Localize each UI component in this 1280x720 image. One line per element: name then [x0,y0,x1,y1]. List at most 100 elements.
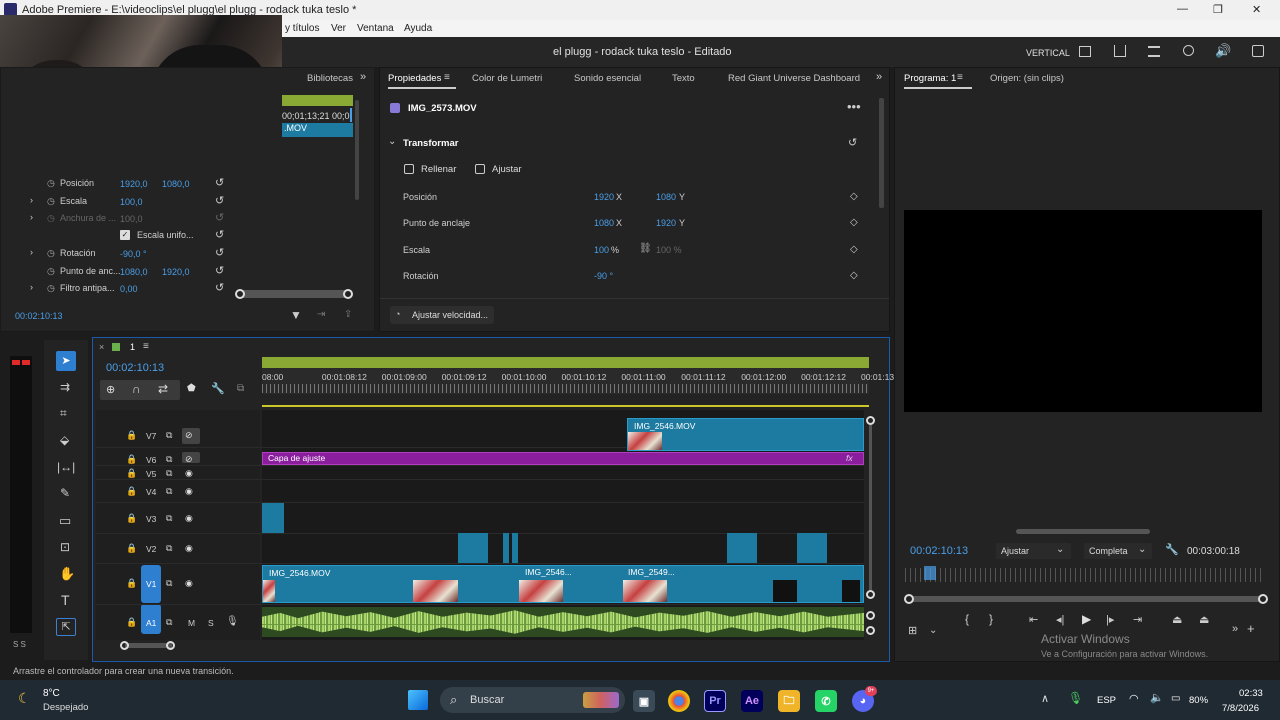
keyframe-icon[interactable]: ◇ [850,270,858,281]
effect-prop-value1[interactable]: 1080,0 [120,267,148,277]
menu-item-view[interactable]: Ver [331,23,346,34]
eye-icon[interactable]: ◉ [185,486,193,497]
slip-tool-icon[interactable]: |↔| [57,460,75,474]
mini-clip[interactable]: .MOV [282,123,353,137]
pen-tool-icon[interactable]: ✎ [60,486,70,500]
maximize-button[interactable]: ❐ [1213,3,1223,16]
fit-dropdown[interactable]: Ajustar ⌄ [996,543,1071,559]
eye-icon[interactable]: ◉ [185,578,193,589]
viewer-scrollbar[interactable] [1016,529,1150,534]
eye-icon[interactable]: ⊘ [185,454,193,465]
expand-icon[interactable]: › [30,247,33,257]
expand-icon[interactable]: › [30,282,33,292]
timeline-clip[interactable] [262,503,284,533]
lock-icon[interactable]: 🔒 [126,578,137,589]
effect-prop-value2[interactable]: 1080,0 [162,179,190,189]
play-icon[interactable]: ▶ [1082,612,1091,626]
timeline-zoom-bar[interactable] [125,643,172,648]
timeline-timecode[interactable]: 00:02:10:13 [106,362,164,374]
language-indicator[interactable]: ESP [1097,695,1116,706]
more-options-icon[interactable]: ••• [847,99,861,114]
mini-playhead[interactable] [350,108,352,122]
file-explorer-icon[interactable]: 🗀 [778,690,800,712]
type-tool-icon[interactable]: T [61,592,70,608]
track-label[interactable]: V4 [146,487,156,497]
effect-prop-value2[interactable]: 1920,0 [162,267,190,277]
razor-tool-icon[interactable]: ⬙ [60,433,69,447]
sync-lock-icon[interactable]: ⧉ [166,617,172,628]
battery-icon[interactable]: ▭ [1171,693,1180,704]
mute-button[interactable]: M [188,618,195,628]
program-ruler[interactable] [905,568,1263,582]
track-label[interactable]: A1 [146,618,156,628]
timeline-clip[interactable] [503,533,509,563]
menu-item-window[interactable]: Ventana [357,23,394,34]
sync-lock-icon[interactable]: ⧉ [166,430,172,441]
mark-in-icon[interactable]: { [965,612,969,626]
after-effects-icon[interactable]: Ae [741,690,763,712]
reset-icon[interactable]: ↺ [215,246,224,259]
sync-lock-icon[interactable]: ⧉ [166,578,172,589]
reset-icon[interactable]: ↺ [215,194,224,207]
program-zoom-bar[interactable] [908,596,1264,602]
list-icon[interactable] [1148,46,1160,57]
ripple-edit-tool-icon[interactable]: ⌗ [60,406,67,421]
aspect-label[interactable]: VERTICAL [1026,48,1070,58]
track-scroll-bar[interactable] [869,425,872,590]
track-label[interactable]: V3 [146,514,156,524]
chrome-icon[interactable] [668,690,690,712]
menu-item-help[interactable]: Ayuda [404,23,432,34]
tab-sonido[interactable]: Sonido esencial [574,73,641,84]
frame-icon[interactable] [1079,46,1091,57]
keyframe-icon[interactable]: ◇ [850,191,858,202]
menu-item-titles[interactable]: y títulos [285,23,319,34]
props-scrollbar[interactable] [879,98,884,208]
step-forward-icon[interactable]: |▸ [1106,613,1114,626]
effect-timecode[interactable]: 00:02:10:13 [15,311,63,321]
add-marker-icon[interactable]: ⬟ [187,383,196,394]
audio-scroll-handle[interactable] [866,626,875,635]
expand-icon[interactable]: › [30,212,33,222]
filter-icon[interactable]: ▼ [290,308,302,322]
program-viewer[interactable] [904,210,1262,412]
step-back-icon[interactable]: ◂| [1056,613,1064,626]
timeline-clip[interactable] [512,533,518,563]
keyframe-icon[interactable]: ◇ [850,217,858,228]
share-icon[interactable] [1114,45,1126,57]
timeline-clip[interactable]: IMG_2546.MOV [627,418,864,451]
transform-value-scale[interactable]: 100 [594,245,609,255]
scroll-handle-right[interactable] [1258,594,1268,604]
transform-value-rotation[interactable]: -90 ° [594,271,613,281]
task-view-icon[interactable]: ▣ [633,690,655,712]
premiere-icon[interactable]: Pr [704,690,726,712]
sync-lock-icon[interactable]: ⧉ [166,543,172,554]
tab-lumetri[interactable]: Color de Lumetri [472,73,542,84]
linked-selection-icon[interactable]: ⇄ [158,382,168,396]
weather-desc[interactable]: Despejado [43,702,88,713]
taskbar-search[interactable]: ⌕ Buscar [440,687,625,713]
sequence-name[interactable]: 1 [130,342,135,352]
lock-icon[interactable]: 🔒 [126,543,137,554]
rectangle-tool-icon[interactable]: ▭ [59,513,71,529]
lock-icon[interactable]: 🔒 [126,486,137,497]
magnet-snap-icon[interactable]: ∩ [132,382,141,396]
fullscreen-icon[interactable] [1252,45,1264,57]
close-tab-icon[interactable]: × [99,342,104,352]
hand-tool-icon[interactable]: ✋ [59,566,75,582]
panel-overflow-icon[interactable]: » [876,71,882,83]
fill-icon[interactable] [404,164,414,174]
expand-icon[interactable]: › [30,195,33,205]
stopwatch-icon[interactable]: ◷ [47,283,55,294]
track-select-tool-icon[interactable]: ⇉ [60,380,70,394]
eye-icon[interactable]: ◉ [185,513,193,524]
scroll-handle-left[interactable] [120,641,129,650]
tab-bibliotecas[interactable]: Bibliotecas [307,73,353,84]
scroll-handle-left[interactable] [904,594,914,604]
link-icon[interactable]: ⛓ [639,243,652,254]
zoom-icon[interactable] [1183,45,1194,56]
mark-out-icon[interactable]: } [989,612,993,626]
add-marker-icon[interactable]: ⊞ [908,624,917,637]
weather-icon[interactable]: ☾ [18,690,31,707]
reset-icon[interactable]: ↺ [215,176,224,189]
scroll-handle-left[interactable] [235,289,245,299]
